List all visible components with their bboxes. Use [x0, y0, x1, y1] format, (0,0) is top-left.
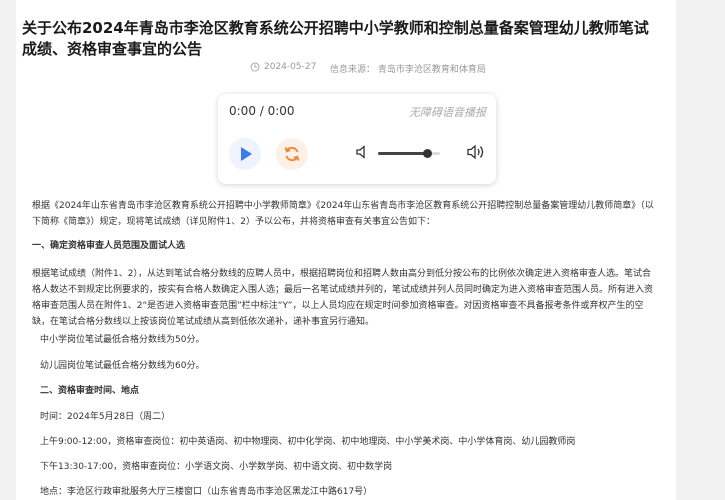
volume-down-icon[interactable]: [355, 144, 371, 164]
section1-paragraph: 根据笔试成绩（附件1、2），从达到笔试合格分数线的应聘人员中，根据招聘岗位和招聘…: [32, 269, 654, 327]
info-source: 信息来源： 青岛市李沧区教育和体育局: [330, 65, 486, 75]
page-title: 关于公布2024年青岛市李沧区教育系统公开招聘中小学教师和控制总量备案管理幼儿教…: [22, 19, 649, 58]
volume-up-icon[interactable]: [466, 143, 486, 165]
volume-knob[interactable]: [423, 149, 433, 158]
play-icon: [241, 147, 252, 161]
kinder-score-line: 幼儿园岗位笔试最低合格分数线为60分。: [40, 361, 205, 371]
volume-fill: [378, 152, 428, 155]
section1-heading: 一、确定资格审查人员范围及面试人选: [32, 241, 186, 251]
location-line: 地点：李沧区行政审批服务大厅三楼窗口（山东省青岛市李沧区黑龙江中路617号）: [40, 487, 373, 497]
audio-player: 0:00 / 0:00 无障碍语音播报: [218, 94, 496, 184]
volume-slider[interactable]: [378, 149, 440, 158]
clock-icon: [250, 62, 260, 75]
play-button[interactable]: [229, 138, 261, 170]
publish-date: 2024-05-27: [264, 62, 317, 72]
primary-score-line: 中小学岗位笔试最低合格分数线为50分。: [40, 335, 205, 345]
morning-line: 上午9:00-12:00，资格审查岗位：初中英语岗、初中物理岗、初中化学岗、初中…: [40, 437, 576, 447]
time-display: 0:00 / 0:00: [229, 104, 295, 118]
player-brand: 无障碍语音播报: [409, 106, 486, 119]
loop-icon: [284, 146, 300, 162]
time-line: 时间：2024年5月28日（周二）: [40, 412, 171, 422]
afternoon-line: 下午13:30-17:00，资格审查岗位：小学语文岗、小学数学岗、初中语文岗、初…: [40, 462, 393, 472]
loop-button[interactable]: [276, 138, 308, 170]
section2-heading: 二、资格审查时间、地点: [40, 386, 140, 396]
intro-paragraph: 根据《2024年山东省青岛市李沧区教育系统公开招聘中小学教师简章》《2024年山…: [32, 201, 654, 227]
